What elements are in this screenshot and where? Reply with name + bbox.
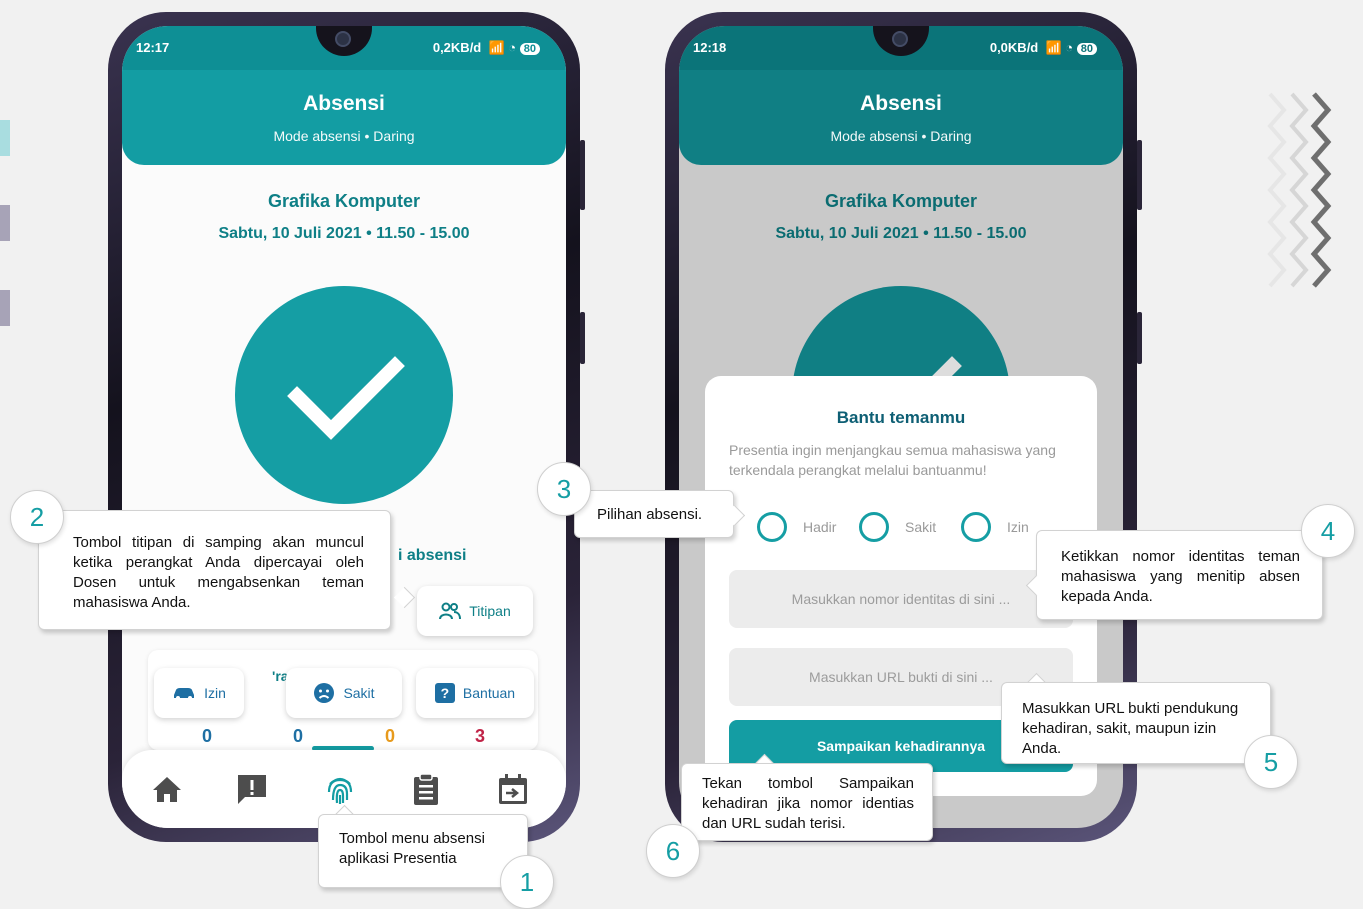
callout-3-text: Pilihan absensi. xyxy=(597,506,703,523)
titipan-button[interactable]: Titipan xyxy=(417,586,533,636)
app-header: Absensi Mode absensi • Daring xyxy=(679,70,1123,165)
attendance-partial-label: i absensi xyxy=(398,547,467,564)
zigzag-decoration-icon xyxy=(1267,92,1332,288)
callout-2: Tombol titipan di samping akan muncul ke… xyxy=(38,510,391,630)
callout-6-text: Tekan tombol Sampaikan kehadiran jika no… xyxy=(702,775,914,832)
bantuan-count: 3 xyxy=(475,726,486,746)
attendance-mode: Mode absensi • Daring xyxy=(273,128,415,144)
phone-left: 12:17 0,2KB/d 📶 ◔ 80 Absensi Mode absens… xyxy=(108,12,585,842)
callout-3: Pilihan absensi. xyxy=(574,490,734,538)
course-name: Grafika Komputer xyxy=(267,191,421,211)
callout-5-number: 5 xyxy=(1244,735,1298,789)
sakit-chip[interactable]: Sakit xyxy=(286,668,402,718)
users-icon xyxy=(439,602,462,620)
network-speed: 0,2KB/d xyxy=(432,40,482,55)
bantuan-label: Bantuan xyxy=(462,685,516,701)
page-title: Absensi xyxy=(303,92,385,115)
decor-bar-gray xyxy=(0,290,10,326)
bantuan-chip[interactable]: ? Bantuan xyxy=(416,668,534,718)
callout-2-text: Tombol titipan di samping akan muncul ke… xyxy=(73,534,364,611)
course-schedule: Sabtu, 10 Juli 2021 • 11.50 - 15.00 xyxy=(218,225,470,242)
izin-count: 0 xyxy=(202,726,213,746)
radio-hadir-label: Hadir xyxy=(803,519,837,535)
callout-1: Tombol menu absensi aplikasi Presentia xyxy=(318,814,528,888)
callout-5-text: Masukkan URL bukti pendukung kehadiran, … xyxy=(1022,700,1239,757)
decor-bar-teal xyxy=(0,120,10,156)
battery-icon: 80 xyxy=(519,43,540,55)
radio-sakit[interactable] xyxy=(859,512,889,542)
dialog-description: Presentia ingin menjangkau semua mahasis… xyxy=(729,442,1056,478)
identity-number-input[interactable]: Masukkan nomor identitas di sini ... xyxy=(729,570,1073,628)
radio-izin-label: Izin xyxy=(1007,519,1029,535)
sakit-label: Sakit xyxy=(343,685,375,701)
car-icon xyxy=(174,688,195,700)
callout-1-number: 1 xyxy=(500,855,554,909)
callout-4-number: 4 xyxy=(1301,504,1355,558)
checkmark-icon xyxy=(287,356,405,440)
report-icon[interactable] xyxy=(235,772,269,806)
screen-left: 12:17 0,2KB/d 📶 ◔ 80 Absensi Mode absens… xyxy=(122,26,566,828)
app-header: Absensi Mode absensi • Daring xyxy=(122,70,566,165)
decor-bar-gray xyxy=(0,205,10,241)
radio-sakit-label: Sakit xyxy=(905,519,937,535)
checkmark-button[interactable] xyxy=(235,286,453,504)
callout-5: Masukkan URL bukti pendukung kehadiran, … xyxy=(1001,682,1271,764)
callout-4-text: Ketikkan nomor identitas teman mahasiswa… xyxy=(1061,548,1300,605)
callout-6: Tekan tombol Sampaikan kehadiran jika no… xyxy=(681,763,933,841)
callout-1-text: Tombol menu absensi aplikasi Presentia xyxy=(339,830,485,867)
sad-face-icon xyxy=(314,683,335,703)
titipan-label: Titipan xyxy=(469,603,511,619)
callout-2-number: 2 xyxy=(10,490,64,544)
callout-6-number: 6 xyxy=(646,824,700,878)
dialog-title: Bantu temanmu xyxy=(836,408,966,427)
extra-count: 0 xyxy=(385,726,396,746)
callout-4: Ketikkan nomor identitas teman mahasiswa… xyxy=(1036,530,1323,620)
calendar-icon[interactable] xyxy=(496,772,530,806)
radio-izin[interactable] xyxy=(961,512,991,542)
course-schedule: Sabtu, 10 Juli 2021 • 11.50 - 15.00 xyxy=(775,225,1027,242)
sakit-count: 0 xyxy=(293,726,304,746)
callout-3-number: 3 xyxy=(537,462,591,516)
attendance-mode: Mode absensi • Daring xyxy=(830,128,972,144)
status-time: 12:18 xyxy=(693,40,727,55)
network-speed: 0,0KB/d xyxy=(989,40,1039,55)
page-title: Absensi xyxy=(860,92,942,115)
help-icon: ? xyxy=(434,683,455,703)
radio-hadir[interactable] xyxy=(757,512,787,542)
clipboard-icon[interactable] xyxy=(409,772,443,806)
battery-icon: 80 xyxy=(1076,43,1097,55)
izin-label: Izin xyxy=(204,685,226,701)
home-icon[interactable] xyxy=(150,772,184,806)
course-name: Grafika Komputer xyxy=(824,191,978,211)
status-time: 12:17 xyxy=(136,40,170,55)
fingerprint-icon[interactable] xyxy=(323,772,357,806)
izin-chip[interactable]: Izin xyxy=(154,668,244,718)
